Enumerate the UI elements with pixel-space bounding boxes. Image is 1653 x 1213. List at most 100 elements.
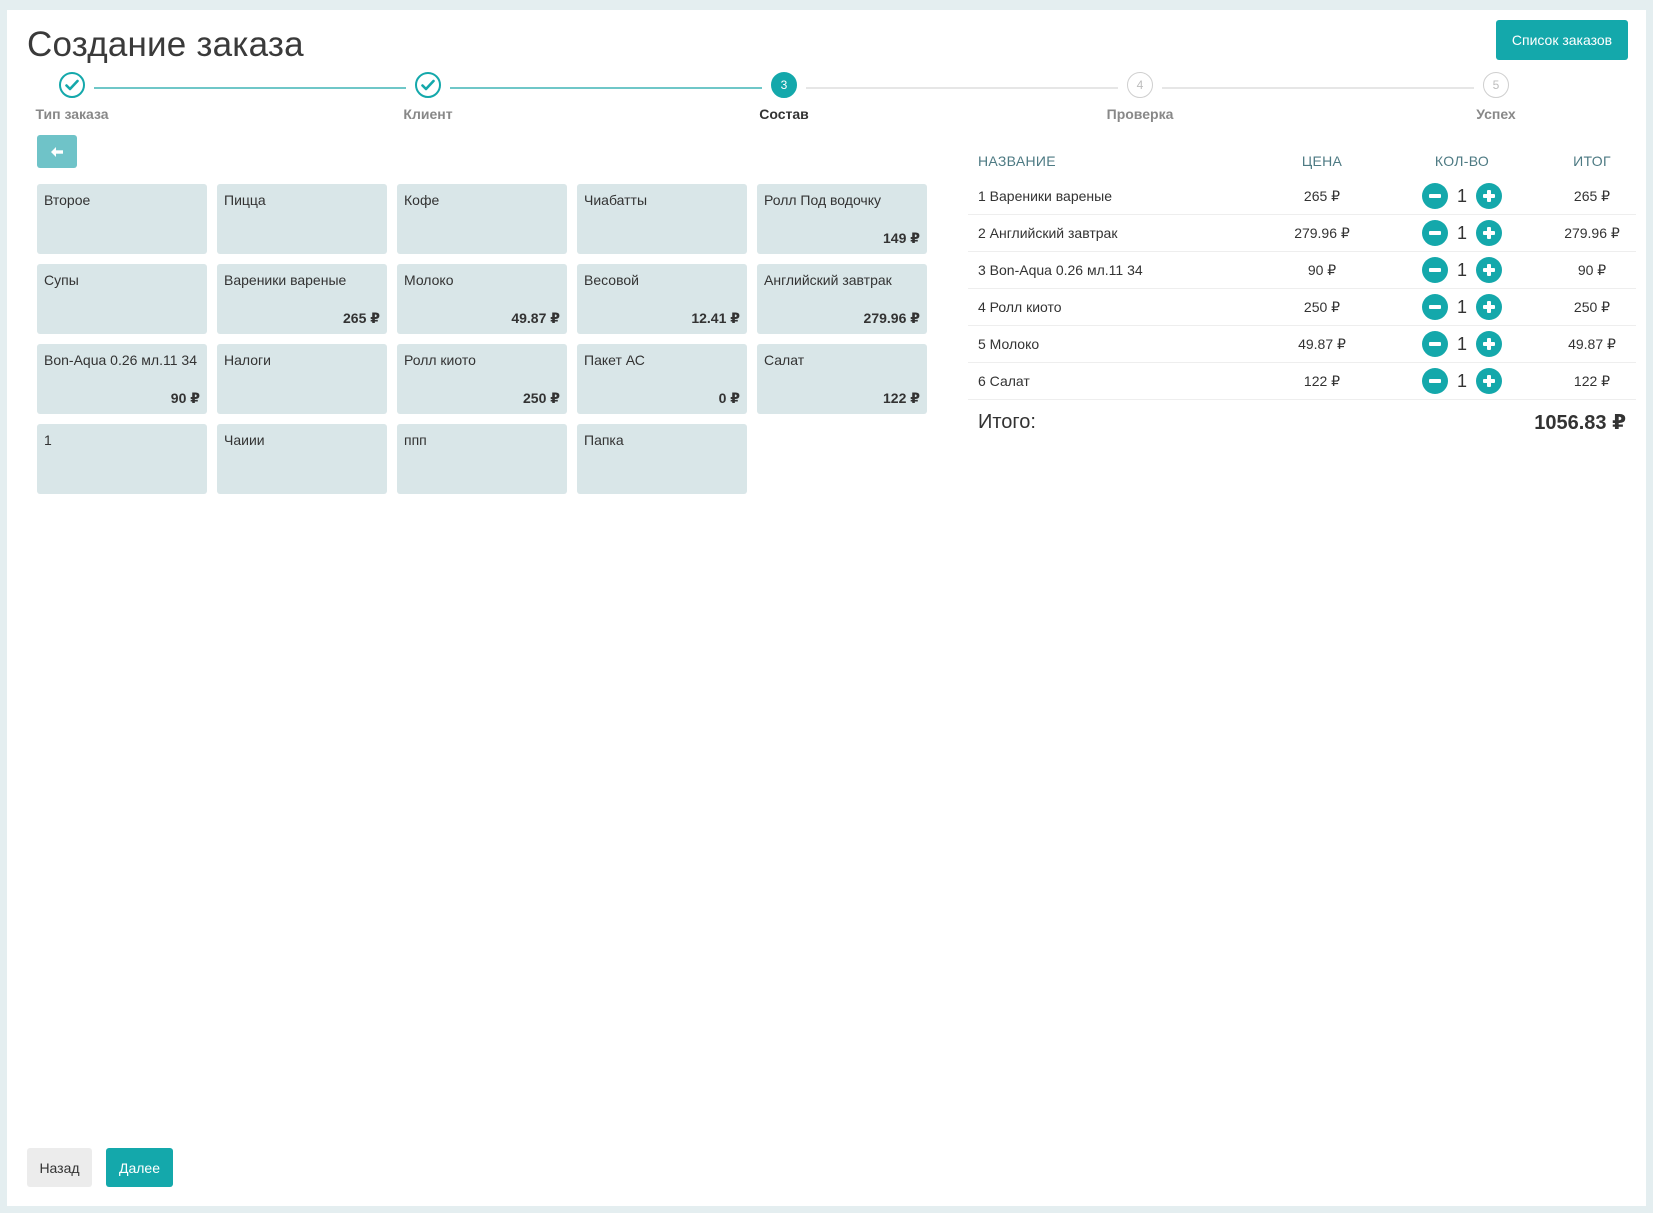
- product-tile[interactable]: Молоко 49.87 ₽: [397, 264, 567, 334]
- product-tile[interactable]: Ролл киото 250 ₽: [397, 344, 567, 414]
- product-tile[interactable]: Английский завтрак 279.96 ₽: [757, 264, 927, 334]
- step-client[interactable]: Клиент: [368, 72, 488, 122]
- quantity-value: 1: [1456, 222, 1467, 243]
- total-label: Итого:: [978, 411, 1036, 433]
- step-label: Тип заказа: [35, 106, 109, 122]
- step-composition[interactable]: 3 Состав: [724, 72, 844, 122]
- step-connector: [806, 87, 1118, 89]
- step-number: 5: [1483, 72, 1509, 98]
- order-item-name: 3 Bon-Aqua 0.26 мл.11 34: [978, 262, 1143, 278]
- step-connector: [450, 87, 762, 89]
- quantity-stepper: 1: [1376, 294, 1548, 320]
- plus-circle-icon[interactable]: [1476, 220, 1502, 246]
- product-name: Чиабатты: [584, 192, 647, 208]
- next-button[interactable]: Далее: [106, 1148, 173, 1187]
- product-name: Чаиии: [224, 432, 265, 448]
- product-name: Салат: [764, 352, 805, 368]
- quantity-value: 1: [1456, 296, 1467, 317]
- order-item-name: 1 Вареники вареные: [978, 188, 1112, 204]
- product-price: 49.87 ₽: [511, 310, 560, 326]
- product-tile[interactable]: Пицца: [217, 184, 387, 254]
- order-item-price: 90 ₽: [1307, 261, 1337, 278]
- product-price: 12.41 ₽: [691, 310, 740, 326]
- minus-circle-icon[interactable]: [1422, 183, 1448, 209]
- product-tile[interactable]: Вареники вареные 265 ₽: [217, 264, 387, 334]
- order-item-total: 250 ₽: [1573, 298, 1611, 315]
- minus-circle-icon[interactable]: [1422, 257, 1448, 283]
- total-value: 1056.83 ₽: [1534, 412, 1626, 434]
- quantity-value: 1: [1456, 370, 1467, 391]
- table-row: 2 Английский завтрак 279.96 ₽ 1 279.96 ₽: [968, 215, 1636, 252]
- order-item-total: 265 ₽: [1573, 187, 1611, 204]
- product-name: ппп: [404, 432, 427, 448]
- product-tile[interactable]: Ролл Под водочку 149 ₽: [757, 184, 927, 254]
- product-name: Супы: [44, 272, 79, 288]
- product-price: 90 ₽: [170, 390, 200, 406]
- quantity-stepper: 1: [1376, 368, 1548, 394]
- product-name: Кофе: [404, 192, 440, 208]
- product-tile[interactable]: Чиабатты: [577, 184, 747, 254]
- product-price: 250 ₽: [523, 390, 560, 406]
- quantity-stepper: 1: [1376, 257, 1548, 283]
- product-name: Пицца: [224, 192, 266, 208]
- order-item-price: 279.96 ₽: [1294, 224, 1350, 241]
- product-name: Второе: [44, 192, 91, 208]
- product-tile[interactable]: Папка: [577, 424, 747, 494]
- product-tile[interactable]: Салат 122 ₽: [757, 344, 927, 414]
- step-label: Успех: [1476, 106, 1516, 122]
- product-tile[interactable]: Кофе: [397, 184, 567, 254]
- plus-circle-icon[interactable]: [1476, 331, 1502, 357]
- step-label: Клиент: [403, 106, 453, 122]
- quantity-stepper: 1: [1376, 183, 1548, 209]
- step-review[interactable]: 4 Проверка: [1080, 72, 1200, 122]
- product-tile[interactable]: Весовой 12.41 ₽: [577, 264, 747, 334]
- product-tile[interactable]: Пакет АС 0 ₽: [577, 344, 747, 414]
- product-name: Вареники вареные: [224, 272, 347, 288]
- product-name: 1: [44, 432, 52, 448]
- table-row: 1 Вареники вареные 265 ₽ 1 265 ₽: [968, 178, 1636, 215]
- minus-circle-icon[interactable]: [1422, 220, 1448, 246]
- column-header-total: ИТОГ: [1573, 153, 1611, 169]
- product-tile[interactable]: Второе: [37, 184, 207, 254]
- column-header-name: НАЗВАНИЕ: [978, 153, 1056, 169]
- product-tile[interactable]: Bon-Aqua 0.26 мл.11 34 90 ₽: [37, 344, 207, 414]
- order-item-name: 5 Молоко: [978, 336, 1040, 352]
- order-item-price: 49.87 ₽: [1298, 335, 1346, 352]
- step-connector: [1162, 87, 1474, 89]
- minus-circle-icon[interactable]: [1422, 331, 1448, 357]
- order-table: НАЗВАНИЕ ЦЕНА КОЛ-ВО ИТОГ 1 Вареники вар…: [968, 144, 1636, 435]
- minus-circle-icon[interactable]: [1422, 368, 1448, 394]
- order-item-name: 4 Ролл киото: [978, 299, 1062, 315]
- order-total: Итого: 1056.83 ₽: [968, 400, 1636, 435]
- product-tile[interactable]: Чаиии: [217, 424, 387, 494]
- step-number: 4: [1127, 72, 1153, 98]
- product-name: Молоко: [404, 272, 454, 288]
- product-name: Налоги: [224, 352, 271, 368]
- plus-circle-icon[interactable]: [1476, 294, 1502, 320]
- product-tile[interactable]: Налоги: [217, 344, 387, 414]
- product-tile[interactable]: 1: [37, 424, 207, 494]
- product-name: Ролл киото: [404, 352, 476, 368]
- product-tile[interactable]: Супы: [37, 264, 207, 334]
- back-button[interactable]: Назад: [27, 1148, 92, 1187]
- product-name: Английский завтрак: [764, 272, 892, 288]
- order-table-header: НАЗВАНИЕ ЦЕНА КОЛ-ВО ИТОГ: [968, 144, 1636, 178]
- product-price: 0 ₽: [718, 390, 740, 406]
- category-back-button[interactable]: [37, 135, 77, 168]
- step-number: 3: [771, 72, 797, 98]
- check-icon: [59, 72, 85, 98]
- plus-circle-icon[interactable]: [1476, 257, 1502, 283]
- product-name: Пакет АС: [584, 352, 645, 368]
- step-success[interactable]: 5 Успех: [1436, 72, 1556, 122]
- order-item-price: 265 ₽: [1303, 187, 1341, 204]
- quantity-value: 1: [1456, 259, 1467, 280]
- minus-circle-icon[interactable]: [1422, 294, 1448, 320]
- plus-circle-icon[interactable]: [1476, 183, 1502, 209]
- step-connector: [94, 87, 406, 89]
- table-row: 5 Молоко 49.87 ₽ 1 49.87 ₽: [968, 326, 1636, 363]
- product-tile[interactable]: ппп: [397, 424, 567, 494]
- plus-circle-icon[interactable]: [1476, 368, 1502, 394]
- order-item-total: 279.96 ₽: [1564, 224, 1620, 241]
- order-item-name: 2 Английский завтрак: [978, 225, 1118, 241]
- step-order-type[interactable]: Тип заказа: [12, 72, 132, 122]
